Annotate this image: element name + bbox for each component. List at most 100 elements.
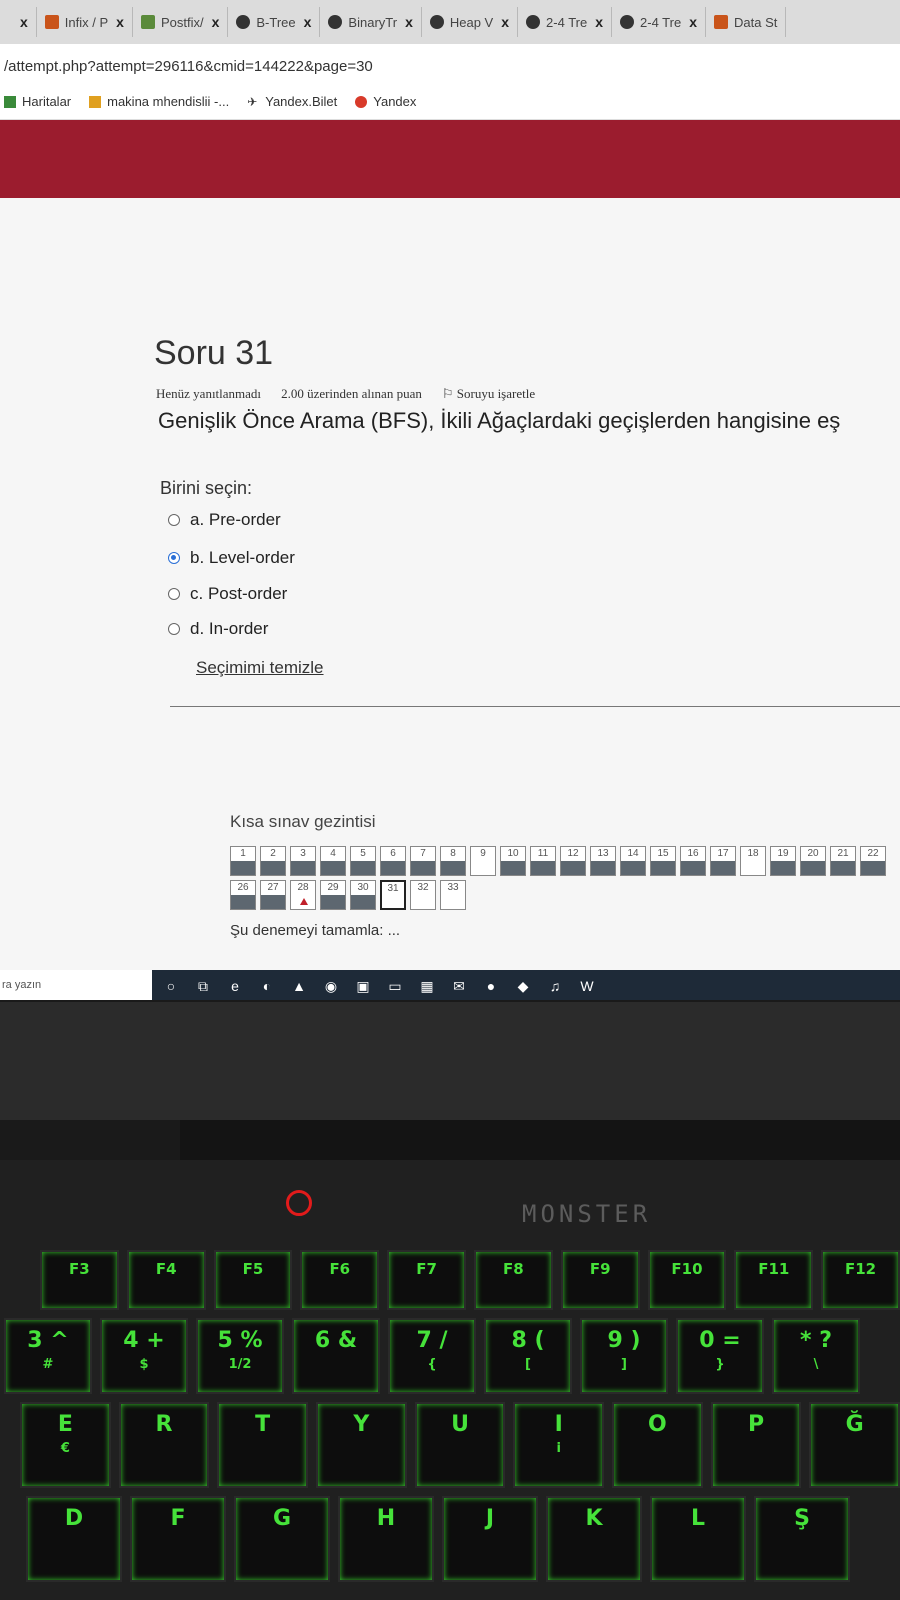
tab-24tree-2[interactable]: 2-4 Tre x [612, 7, 706, 37]
number-key-5[interactable]: 8 ([ [484, 1318, 572, 1394]
tab-btree[interactable]: B-Tree x [228, 7, 321, 37]
nav-button-11[interactable]: 11 [530, 846, 556, 876]
number-key-7[interactable]: 0 =} [676, 1318, 764, 1394]
nav-button-8[interactable]: 8 [440, 846, 466, 876]
tab-close-icon[interactable]: x [501, 14, 509, 30]
number-key-4[interactable]: 7 / { [388, 1318, 476, 1394]
option-d[interactable]: d. In-order [168, 619, 268, 639]
clear-selection-link[interactable]: Seçimimi temizle [196, 658, 324, 678]
function-key-9[interactable]: F12 [821, 1250, 900, 1310]
nav-button-10[interactable]: 10 [500, 846, 526, 876]
address-bar[interactable]: /attempt.php?attempt=296116&cmid=144222&… [0, 44, 900, 84]
nav-button-5[interactable]: 5 [350, 846, 376, 876]
nav-button-14[interactable]: 14 [620, 846, 646, 876]
letter-key-5[interactable]: Ii [513, 1402, 605, 1488]
finish-attempt-link[interactable]: Şu denemeyi tamamla: ... [230, 922, 400, 939]
cortana-icon[interactable]: ○ [162, 977, 180, 995]
tab-close-icon[interactable]: x [405, 14, 413, 30]
bookmark-makina[interactable]: makina mhendislii -... [89, 94, 229, 109]
edge-icon[interactable]: ◐ [258, 977, 276, 995]
nav-button-22[interactable]: 22 [860, 846, 886, 876]
radio-option-b[interactable] [168, 552, 180, 564]
ms-store-icon[interactable]: ▦ [418, 977, 436, 995]
letter-key-3[interactable]: H [338, 1496, 434, 1582]
bookmark-maps[interactable]: Haritalar [4, 94, 71, 109]
tab-infix[interactable]: Infix / P x [37, 7, 133, 37]
tab-close-icon[interactable]: x [595, 14, 603, 30]
letter-key-6[interactable]: O [612, 1402, 703, 1488]
radio-option-a[interactable] [168, 514, 180, 526]
nav-button-32[interactable]: 32 [410, 880, 436, 910]
letter-key-3[interactable]: Y [316, 1402, 407, 1488]
tab-heap[interactable]: Heap V x [422, 7, 519, 37]
function-key-0[interactable]: F3 [40, 1250, 119, 1310]
function-key-3[interactable]: F6 [300, 1250, 380, 1310]
function-key-4[interactable]: F7 [387, 1250, 466, 1310]
nav-button-29[interactable]: 29 [320, 880, 346, 910]
photos-icon[interactable]: ▣ [354, 977, 372, 995]
letter-key-2[interactable]: G [234, 1496, 330, 1582]
tab-close-icon[interactable]: x [116, 14, 124, 30]
letter-key-8[interactable]: Ğ [809, 1402, 900, 1488]
power-button-icon[interactable] [286, 1190, 312, 1216]
nav-button-16[interactable]: 16 [680, 846, 706, 876]
chrome-icon[interactable]: ◉ [322, 977, 340, 995]
nav-button-3[interactable]: 3 [290, 846, 316, 876]
store-icon[interactable]: ▲ [290, 977, 308, 995]
letter-key-2[interactable]: T [217, 1402, 309, 1488]
nav-button-27[interactable]: 27 [260, 880, 286, 910]
nav-button-31[interactable]: 31 [380, 880, 406, 910]
letter-key-1[interactable]: F [130, 1496, 226, 1582]
tab-partial[interactable]: x [4, 7, 37, 37]
nav-button-13[interactable]: 13 [590, 846, 616, 876]
letter-key-1[interactable]: R [118, 1402, 210, 1488]
tab-datastructures[interactable]: Data St [706, 7, 787, 37]
nav-button-20[interactable]: 20 [800, 846, 826, 876]
nav-button-21[interactable]: 21 [830, 846, 856, 876]
app-icon[interactable]: ◆ [514, 977, 532, 995]
nav-button-6[interactable]: 6 [380, 846, 406, 876]
tab-close-icon[interactable]: x [20, 14, 28, 30]
itunes-icon[interactable]: ♫ [546, 977, 564, 995]
nav-button-30[interactable]: 30 [350, 880, 376, 910]
nav-button-9[interactable]: 9 [470, 846, 496, 876]
tab-postfix[interactable]: Postfix/x [133, 7, 229, 37]
function-key-7[interactable]: F10 [647, 1250, 727, 1310]
number-key-3[interactable]: 6 & [292, 1318, 380, 1394]
nav-button-7[interactable]: 7 [410, 846, 436, 876]
firefox-icon[interactable]: ● [482, 977, 500, 995]
option-a[interactable]: a. Pre-order [168, 510, 281, 530]
taskbar-search[interactable]: ra yazın [0, 970, 152, 1000]
option-b[interactable]: b. Level-order [168, 548, 295, 568]
function-key-2[interactable]: F5 [213, 1250, 293, 1310]
nav-button-1[interactable]: 1 [230, 846, 256, 876]
letter-key-7[interactable]: P [710, 1402, 802, 1488]
file-explorer-icon[interactable]: ▭ [386, 977, 404, 995]
nav-button-2[interactable]: 2 [260, 846, 286, 876]
tab-24tree-1[interactable]: 2-4 Tre x [518, 7, 613, 37]
tab-close-icon[interactable]: x [304, 14, 312, 30]
nav-button-26[interactable]: 26 [230, 880, 256, 910]
nav-button-17[interactable]: 17 [710, 846, 736, 876]
letter-key-7[interactable]: Ş [754, 1496, 850, 1582]
number-key-6[interactable]: 9 )] [580, 1318, 668, 1394]
flag-question-link[interactable]: ⚐ Soruyu işaretle [442, 386, 535, 402]
function-key-5[interactable]: F8 [473, 1250, 553, 1310]
option-c[interactable]: c. Post-order [168, 584, 287, 604]
letter-key-0[interactable]: E € [20, 1402, 111, 1488]
letter-key-4[interactable]: J [442, 1496, 538, 1582]
tab-close-icon[interactable]: x [212, 14, 220, 30]
radio-option-c[interactable] [168, 588, 180, 600]
edge-legacy-icon[interactable]: e [226, 977, 244, 995]
function-key-6[interactable]: F9 [560, 1250, 640, 1310]
nav-button-12[interactable]: 12 [560, 846, 586, 876]
radio-option-d[interactable] [168, 623, 180, 635]
nav-button-33[interactable]: 33 [440, 880, 466, 910]
number-key-1[interactable]: 4 + $ [100, 1318, 188, 1394]
number-key-8[interactable]: * ? \ [772, 1318, 860, 1394]
number-key-0[interactable]: 3 ^ # [4, 1318, 92, 1394]
function-key-8[interactable]: F11 [734, 1250, 814, 1310]
tab-binarytree[interactable]: BinaryTr x [320, 7, 422, 37]
bookmark-yandex-bilet[interactable]: ✈ Yandex.Bilet [247, 94, 337, 109]
letter-key-6[interactable]: L [650, 1496, 746, 1582]
